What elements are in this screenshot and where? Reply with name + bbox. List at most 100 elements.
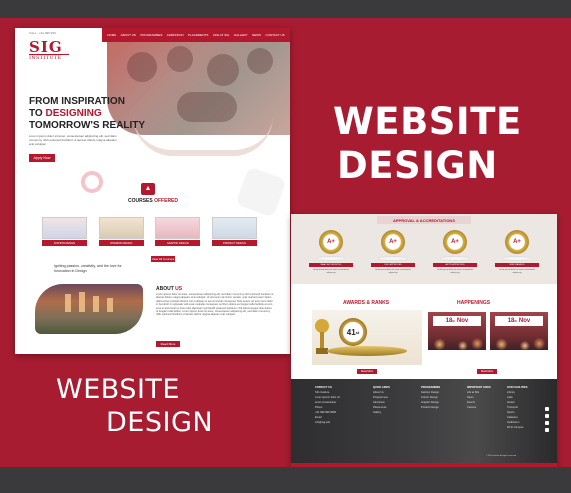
footer-column-important: IMPORTANT LINKS Life at SIG News Events …: [467, 385, 491, 410]
footer-link[interactable]: Product Design: [421, 405, 440, 410]
nav-item-news[interactable]: NEWS: [252, 33, 261, 37]
facebook-icon[interactable]: [545, 407, 549, 411]
hero-line-3: TOMORROW'S REALITY: [29, 120, 146, 131]
nav-item-life[interactable]: LIFE AT SIG: [213, 33, 230, 37]
sig-logo[interactable]: SIG INSTITUTE: [29, 40, 69, 61]
social-icons: [545, 407, 550, 435]
about-heading-prefix: ABOUT: [156, 286, 176, 292]
course-card[interactable]: INTERIOR DESIGN: [98, 217, 144, 246]
hero-line-2-highlight: DESIGNING: [45, 108, 102, 119]
medal-icon: A+: [319, 230, 343, 254]
tagline: Igniting passion, creativity, and the lo…: [54, 264, 122, 273]
event-day-suffix: th: [514, 319, 518, 323]
accreditation-badge: A+ UGC APPROVED Lorem ipsum dolor sit am…: [371, 230, 415, 274]
course-image: [42, 217, 87, 239]
about-heading: ABOUT US: [156, 286, 182, 292]
badge-label: NAAC ACCREDITED: [309, 263, 353, 267]
award-number: 41: [346, 327, 356, 337]
homepage-mockup: CALL : +91 999 999 SIG INSTITUTE HOME AB…: [15, 28, 290, 354]
course-image: [211, 217, 257, 239]
promo-title-large: WEBSITE DESIGN: [333, 100, 522, 188]
footer-link[interactable]: Gallery: [373, 410, 390, 415]
event-photo: [428, 336, 486, 350]
footer-column-quick-links: QUICK LINKS About Us Programmes Admissio…: [373, 385, 390, 415]
footer-column-contact: CONTACT US SIG Institute Lorem ipsum dol…: [315, 385, 340, 425]
event-day-suffix: th: [452, 319, 456, 323]
award-stage: [327, 346, 407, 356]
about-text: Lorem ipsum dolor sit amet, consectetuer…: [156, 293, 274, 317]
medal-icon: A+: [443, 230, 467, 254]
hero-heading: FROM INSPIRATION TO DESIGNING TOMORROW'S…: [29, 96, 145, 132]
about-heading-highlight: US: [175, 286, 183, 292]
badge-label: UGC APPROVED: [371, 263, 415, 267]
graduation-cap-icon: ▲: [141, 183, 155, 195]
instagram-icon[interactable]: [545, 414, 549, 418]
footer-column-facilities: OUR FACILITIES Library Labs Hostel Trans…: [507, 385, 527, 430]
nav-item-admission[interactable]: ADMISSION: [167, 33, 184, 37]
badge-label: NIRF RANKED: [495, 263, 539, 267]
medal-icon: A+: [381, 230, 405, 254]
course-card[interactable]: GRAPHIC DESIGN: [155, 217, 201, 246]
linkedin-icon[interactable]: [545, 421, 549, 425]
footer-link: info@sig.edu: [315, 421, 331, 424]
hero-line-2-prefix: TO: [29, 108, 46, 119]
happenings-heading: HAPPENINGS: [457, 300, 491, 306]
apply-now-button[interactable]: Apply Now: [29, 154, 55, 162]
promo-large-line-1: WEBSITE: [333, 100, 522, 143]
course-card[interactable]: FASHION DESIGN: [42, 217, 87, 246]
nav-item-placements[interactable]: PLACEMENTS: [188, 33, 208, 37]
promo-small-line-1: WEBSITE: [56, 374, 180, 405]
course-card[interactable]: PRODUCT DESIGN: [211, 217, 257, 246]
nav-item-home[interactable]: HOME: [107, 33, 116, 37]
accreditation-heading: APPROVAL & ACCREDITATIONS: [377, 216, 471, 224]
promo-large-line-2: DESIGN: [337, 144, 498, 187]
top-frame-bar: [0, 0, 571, 18]
event-card[interactable]: 18th Nov: [428, 312, 486, 350]
square-decoration: [235, 166, 287, 218]
nav-item-contact[interactable]: CONTACT US: [265, 33, 284, 37]
hero-line-2: TO DESIGNING: [29, 108, 145, 120]
accreditation-badges: A+ NAAC ACCREDITED Lorem ipsum dolor sit…: [309, 230, 539, 274]
youtube-icon[interactable]: [545, 428, 549, 432]
footer-link[interactable]: Careers: [467, 405, 491, 410]
badge-label: AICTE APPROVED: [433, 263, 477, 267]
courses-heading-prefix: COURSES: [127, 198, 155, 204]
nav-item-gallery[interactable]: GALLERY: [234, 33, 248, 37]
footer-column-programmes: PROGRAMMES Fashion Design Interior Desig…: [421, 385, 440, 410]
event-date: 18th Nov: [495, 316, 543, 326]
awards-read-more-button[interactable]: Read More: [357, 369, 377, 374]
accreditation-badge: A+ AICTE APPROVED Lorem ipsum dolor sit …: [433, 230, 477, 274]
event-day: 18: [445, 318, 453, 324]
sections-mockup: APPROVAL & ACCREDITATIONS A+ NAAC ACCRED…: [291, 214, 557, 467]
award-medal: 41st: [339, 318, 367, 346]
logo-subtext: INSTITUTE: [29, 54, 69, 61]
nav-item-programmes[interactable]: PROGRAMMES: [140, 33, 162, 37]
event-month: Nov: [456, 318, 469, 324]
hero-curve-decoration: [133, 116, 273, 156]
bottom-frame-bar: [0, 467, 571, 493]
accreditation-badge: A+ NIRF RANKED Lorem ipsum dolor sit ame…: [495, 230, 539, 274]
event-month: Nov: [518, 318, 531, 324]
read-more-button[interactable]: Read More: [156, 341, 180, 347]
happenings-read-more-button[interactable]: Read More: [477, 369, 497, 374]
badge-text: Lorem ipsum dolor sit amet consectetuer …: [436, 269, 474, 274]
campus-photo: [35, 284, 143, 334]
promo-title-small: WEBSITE DESIGN: [56, 373, 213, 439]
badge-pedestal: [316, 256, 346, 261]
badge-text: Lorem ipsum dolor sit amet consectetuer …: [498, 269, 536, 274]
nav-item-about[interactable]: ABOUT US: [121, 33, 136, 37]
courses-heading: COURSES OFFERED: [111, 198, 195, 204]
view-all-courses-button[interactable]: View All Courses: [151, 256, 175, 262]
courses-heading-highlight: OFFERED: [154, 198, 178, 204]
badge-text: Lorem ipsum dolor sit amet consectetuer …: [312, 269, 350, 274]
event-card[interactable]: 18th Nov: [490, 312, 548, 350]
contact-strip: CALL : +91 999 999: [29, 31, 56, 35]
footer-link[interactable]: Wi-Fi Campus: [507, 425, 527, 430]
medal-icon: A+: [505, 230, 529, 254]
award-number-suffix: st: [355, 329, 360, 335]
badge-pedestal: [502, 256, 532, 261]
event-photo: [490, 336, 548, 350]
event-day: 18: [507, 318, 515, 324]
ring-decoration: [81, 171, 103, 193]
course-label: GRAPHIC DESIGN: [155, 240, 201, 246]
